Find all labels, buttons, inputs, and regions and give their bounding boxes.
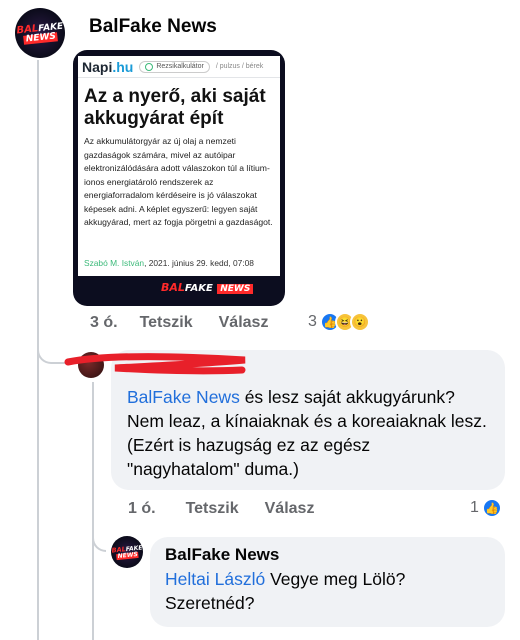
comment-actions: 1 ó. Tetszik Válasz (128, 500, 314, 518)
post-time[interactable]: 3 ó. (90, 314, 118, 332)
rezsi-tag: Rezsikalkulátor (139, 60, 210, 73)
balfake-logo: BALFAKE NEWS (111, 543, 143, 560)
comment-reply-button[interactable]: Válasz (265, 500, 315, 518)
like-icon: 👍 (481, 498, 502, 518)
thread-curve-reply (92, 528, 106, 552)
balfake-logo: BALFAKE NEWS (15, 21, 64, 45)
article-header: Napi.hu Rezsikalkulátor / pulzus / bérek (78, 56, 280, 78)
reply-bubble[interactable]: BalFake News Heltai László Vegye meg Löl… (150, 537, 505, 627)
wow-icon: 😮 (349, 312, 370, 332)
comment-like-button[interactable]: Tetszik (186, 500, 239, 518)
post-like-button[interactable]: Tetszik (140, 314, 193, 332)
watermark-logo: BALFAKE NEWS (161, 278, 254, 296)
reply-text: Heltai László Vegye meg Lölö? Szeretnéd? (165, 569, 406, 613)
napi-logo: Napi.hu (82, 58, 134, 75)
post-actions: 3 ó. Tetszik Válasz (90, 314, 268, 332)
reply-avatar[interactable]: BALFAKE NEWS (111, 536, 143, 568)
comment-reaction-count: 1 (470, 499, 479, 516)
post-author[interactable]: BalFake News (89, 16, 217, 38)
article-preview: Napi.hu Rezsikalkulátor / pulzus / bérek… (78, 56, 280, 276)
redaction-scribble (64, 353, 246, 375)
reply-mention[interactable]: Heltai László (165, 569, 265, 589)
article-excerpt: Az akkumulátorgyár az új olaj a nemzeti … (84, 136, 273, 227)
article-byline: Szabó M. István, 2021. június 29. kedd, … (84, 258, 254, 268)
shared-article-image[interactable]: Napi.hu Rezsikalkulátor / pulzus / bérek… (73, 50, 285, 306)
page-avatar[interactable]: BALFAKE NEWS (15, 8, 65, 58)
comment-time[interactable]: 1 ó. (128, 500, 156, 518)
post-reply-button[interactable]: Válasz (219, 314, 269, 332)
calculator-icon (145, 62, 154, 71)
post-reaction-count: 3 (308, 313, 317, 330)
thread-line-comment (92, 382, 94, 640)
article-headline: Az a nyerő, aki saját akkugyárat épít (84, 86, 266, 129)
comment-reactions[interactable]: 1 👍 (470, 498, 502, 518)
comment-mention[interactable]: BalFake News (127, 387, 240, 407)
reply-author[interactable]: BalFake News (165, 545, 279, 565)
breadcrumbs: / pulzus / bérek (215, 63, 264, 70)
comment-text: BalFake News és lesz saját akkugyárunk? … (127, 387, 487, 479)
post-reactions[interactable]: 3 👍 😆 😮 (308, 312, 370, 332)
